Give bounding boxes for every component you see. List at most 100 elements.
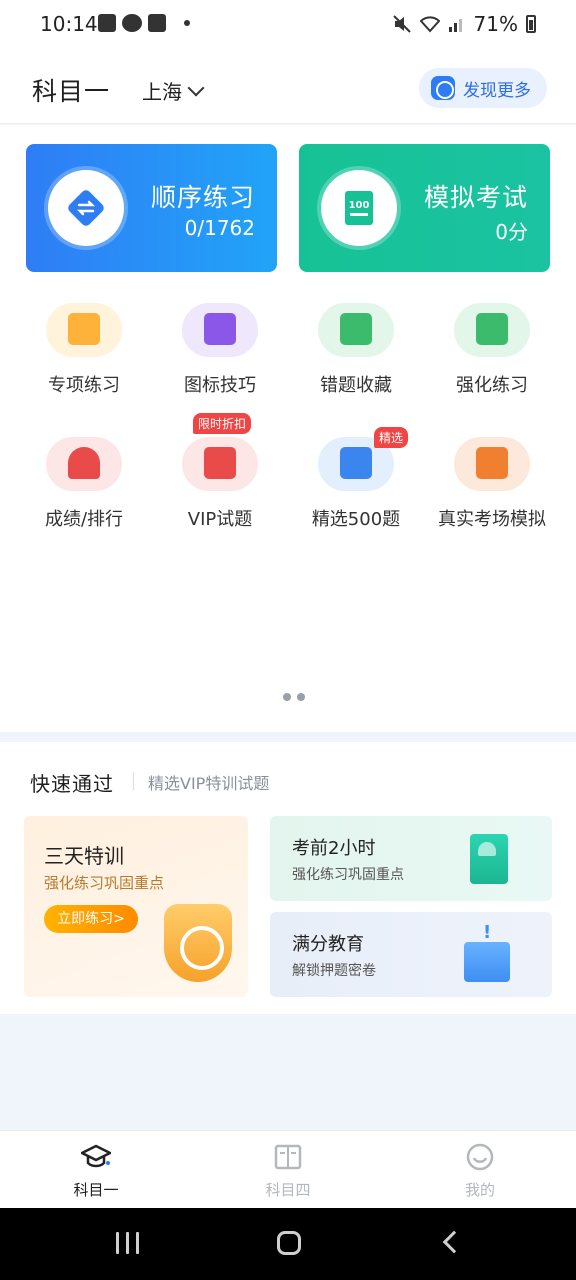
score-100-icon: 100 [345, 191, 373, 225]
tab-mine[interactable]: 我的 [420, 1139, 540, 1200]
back-button[interactable] [442, 1230, 466, 1254]
archive-icon [476, 313, 508, 345]
page-dot [283, 693, 291, 701]
signal-icon [448, 19, 462, 32]
tab-label: 科目一 [73, 1181, 119, 1199]
compass-icon [431, 76, 455, 100]
city-selector[interactable]: 上海 [142, 76, 205, 105]
page-dot [297, 693, 305, 701]
section-subtitle: 精选VIP特训试题 [148, 774, 270, 793]
recent-bar [126, 1232, 129, 1254]
card-subtitle: 解锁押题密卷 [292, 963, 376, 979]
card-title: 考前2小时 [292, 838, 376, 859]
tab-label: 我的 [464, 1181, 495, 1199]
status-time: 10:14 [40, 12, 98, 36]
smile-face-icon [466, 1143, 494, 1171]
city-label: 上海 [142, 80, 182, 104]
sequential-circle [48, 170, 124, 246]
section-title: 快速通过 [30, 772, 114, 796]
checkbox-icon [148, 14, 166, 32]
discount-tag: 限时折扣 [193, 413, 252, 434]
notebook-icon [470, 834, 508, 884]
grid-item-wrong-favorites[interactable]: 错题收藏 [288, 303, 424, 397]
selected-tag: 精选 [374, 427, 409, 448]
card-title: 顺序练习 [150, 183, 255, 212]
card-progress: 0/1762 [184, 216, 255, 240]
grid-label: VIP试题 [187, 509, 253, 530]
special-practice-bubble [46, 303, 122, 357]
crown-icon [204, 447, 236, 479]
wrong-favorites-bubble [318, 303, 394, 357]
inbox-icon [464, 922, 510, 982]
grid-item-scores-ranking[interactable]: 成绩/排行 [16, 437, 152, 531]
main-panel: 顺序练习 0/1762 100 模拟考试 0分 专项练习 图标技巧 错题收藏 强… [0, 125, 576, 732]
status-left-icons [98, 14, 190, 32]
status-right: 71% [392, 12, 536, 36]
gallery-icon [98, 14, 116, 32]
dot-icon [184, 20, 190, 26]
quick-pass-section: 快速通过 精选VIP特训试题 三天特训 强化练习巩固重点 立即练习> 考前2小时… [0, 742, 576, 1014]
page-indicator [283, 693, 305, 701]
full-score-education-card[interactable]: 满分教育 解锁押题密卷 [270, 912, 552, 997]
mock-exam-card[interactable]: 100 模拟考试 0分 [299, 144, 550, 272]
recent-apps-button[interactable] [116, 1232, 139, 1254]
grid-label: 错题收藏 [320, 375, 392, 396]
discover-label: 发现更多 [463, 80, 531, 101]
app-screen: 10:14 71% 科目一 上海 发现更多 顺序练习 0/1762 100 模拟… [0, 0, 576, 1280]
grad-cap-icon [80, 1144, 112, 1168]
recent-bar [136, 1232, 139, 1254]
grid-label: 图标技巧 [184, 375, 256, 396]
home-button[interactable] [277, 1231, 301, 1255]
grid-item-vip-questions[interactable]: 限时折扣 VIP试题 [152, 413, 288, 531]
mock-circle: 100 [321, 170, 397, 246]
selected-500-bubble: 精选 [318, 427, 409, 491]
svg-text:100: 100 [349, 200, 370, 211]
card-title: 三天特训 [44, 844, 124, 868]
grid-item-real-exam-sim[interactable]: 真实考场模拟 [424, 437, 560, 531]
recent-bar [116, 1232, 119, 1254]
card-subtitle: 强化练习巩固重点 [44, 874, 165, 892]
wifi-icon [419, 16, 440, 33]
grid-item-sign-tips[interactable]: 图标技巧 [152, 303, 288, 397]
intensive-practice-bubble [454, 303, 530, 357]
bottom-tab-bar: 科目一 科目四 我的 [0, 1130, 576, 1208]
top-header: 科目一 上海 发现更多 [0, 48, 576, 124]
tab-label: 科目四 [265, 1181, 311, 1199]
monitor-icon [476, 447, 508, 479]
battery-percent: 71% [473, 12, 518, 36]
sequential-practice-card[interactable]: 顺序练习 0/1762 [26, 144, 277, 272]
card-title: 模拟考试 [423, 183, 528, 212]
tab-subject-one[interactable]: 科目一 [36, 1139, 156, 1200]
grid-label: 专项练习 [48, 375, 120, 396]
discover-more-button[interactable]: 发现更多 [419, 68, 547, 108]
grid-item-selected-500[interactable]: 精选 精选500题 [288, 427, 424, 531]
grid-label: 成绩/排行 [44, 509, 124, 530]
tab-subject-four[interactable]: 科目四 [228, 1139, 348, 1200]
folder-zx-icon [68, 313, 100, 345]
grid-item-special-practice[interactable]: 专项练习 [16, 303, 152, 397]
sign-tips-bubble [182, 303, 258, 357]
practice-now-button[interactable]: 立即练习> [44, 905, 138, 933]
500-icon [340, 447, 372, 479]
three-day-training-card[interactable]: 三天特训 强化练习巩固重点 立即练习> [24, 816, 248, 997]
open-book-icon [274, 1144, 302, 1170]
system-nav-bar [0, 1208, 576, 1280]
grid-item-intensive-practice[interactable]: 强化练习 [424, 303, 560, 397]
grad-cap-icon [68, 447, 100, 479]
chat-bubble-icon [122, 14, 142, 32]
card-subtitle: 强化练习巩固重点 [292, 867, 404, 883]
mute-icon [392, 15, 411, 33]
battery-icon [526, 15, 536, 33]
vip-questions-bubble: 限时折扣 [182, 413, 258, 491]
real-exam-sim-bubble [454, 437, 530, 491]
sign-icon [204, 313, 236, 345]
grid-label: 精选500题 [311, 509, 401, 530]
title-divider [133, 772, 134, 790]
book-icon [340, 313, 372, 345]
status-bar: 10:14 71% [0, 0, 576, 48]
shield-icon [164, 904, 232, 982]
two-hours-before-exam-card[interactable]: 考前2小时 强化练习巩固重点 [270, 816, 552, 901]
card-title: 满分教育 [292, 934, 364, 955]
scores-ranking-bubble [46, 437, 122, 491]
card-score: 0分 [495, 220, 528, 244]
